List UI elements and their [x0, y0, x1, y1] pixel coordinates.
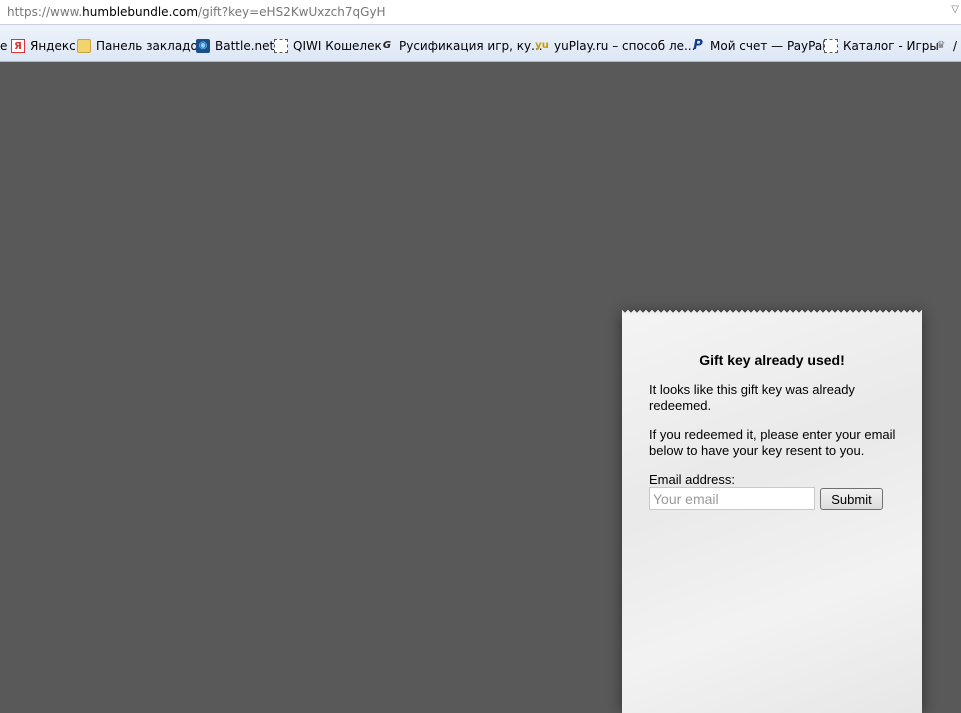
bookmarks-bar: e Я Яндекс Панель закладок ◉ Battle.net … [0, 25, 961, 62]
url-host: humblebundle.com [82, 5, 199, 19]
bookmark-label: Русификация игр, ку... [399, 39, 543, 53]
torn-edge [622, 308, 922, 314]
crown-icon: ♛ [936, 40, 946, 51]
bookmark-label: / [953, 39, 958, 53]
bookmark-label: Яндекс [30, 39, 76, 53]
bookmark-catalog-games[interactable]: Каталог - Игры [824, 39, 939, 53]
email-input[interactable] [649, 487, 815, 510]
bookmark-cutoff[interactable]: e [0, 39, 7, 53]
bookmark-paypal[interactable]: P Мой счет — PayPal [691, 38, 826, 54]
url-path: /gift?key=eHS2KwUxzch7qGyH [198, 5, 386, 19]
paypal-icon: P [693, 38, 703, 53]
bookmark-label: yuPlay.ru – способ ле... [554, 39, 696, 53]
bookmark-label: Мой счет — PayPal [710, 39, 826, 53]
receipt-title: Gift key already used! [699, 352, 845, 368]
chevron-down-icon[interactable]: ▽ [951, 4, 959, 15]
bookmark-yuplay[interactable]: yu yuPlay.ru – способ ле... [535, 39, 695, 53]
url-prefix: https://www. [7, 5, 83, 19]
bookmark-label: Каталог - Игры [843, 39, 939, 53]
gift-receipt-panel: Gift key already used! It looks like thi… [622, 308, 922, 713]
email-label: Email address: [649, 472, 735, 487]
bookmark-battlenet[interactable]: ◉ Battle.net [196, 39, 274, 53]
blank-page-icon [824, 39, 838, 53]
yandex-icon: Я [11, 39, 25, 53]
bookmark-label: e [0, 39, 8, 53]
url-text[interactable]: https://www.humblebundle.com/gift?key=eH… [7, 5, 386, 19]
bookmark-qiwi[interactable]: QIWI Кошелек [274, 39, 382, 53]
resend-instructions-text: If you redeemed it, please enter your em… [649, 427, 896, 458]
already-redeemed-text: It looks like this gift key was already … [649, 382, 855, 413]
bookmark-bookmarks-panel[interactable]: Панель закладок [77, 39, 205, 53]
blank-page-icon [274, 39, 288, 53]
yuplay-icon: yu [535, 40, 549, 51]
folder-icon [77, 39, 91, 53]
bookmark-yandex[interactable]: Я Яндекс [11, 39, 76, 53]
bookmark-rusification[interactable]: G Русификация игр, ку... [380, 39, 543, 53]
submit-button[interactable]: Submit [820, 488, 883, 510]
address-bar[interactable]: https://www.humblebundle.com/gift?key=eH… [0, 0, 961, 25]
bookmark-label: Панель закладок [96, 39, 206, 53]
bookmark-label: Battle.net [215, 39, 275, 53]
rusification-icon: G [382, 40, 392, 51]
bookmark-label: QIWI Кошелек [293, 39, 382, 53]
battlenet-icon: ◉ [196, 39, 210, 53]
bookmark-overflow[interactable]: ♛ / [934, 39, 958, 53]
